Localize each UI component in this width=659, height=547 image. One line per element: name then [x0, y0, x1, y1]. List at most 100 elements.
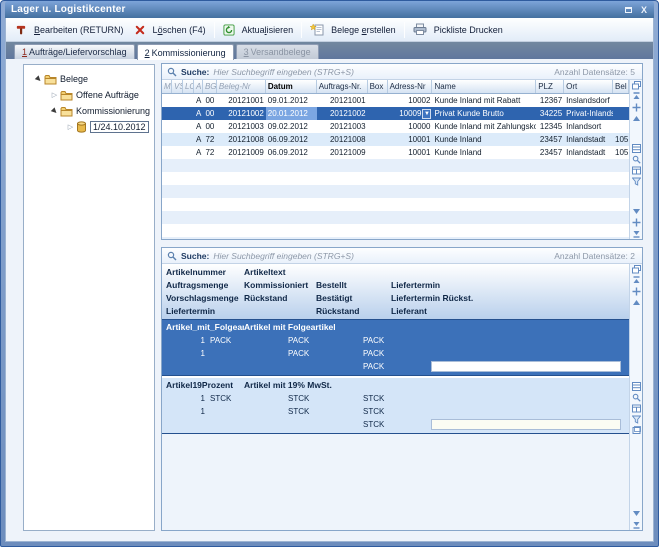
column-header[interactable]: Liefertermin Rückst.	[391, 292, 473, 305]
column-header[interactable]: LO	[183, 80, 194, 93]
window-title: Lager u. Logistikcenter	[11, 4, 619, 15]
delete-x-icon	[134, 24, 146, 36]
column-header[interactable]: Rückstand	[316, 305, 359, 318]
column-header[interactable]: Vorschlagsmenge	[166, 292, 239, 305]
row-down-icon[interactable]	[632, 509, 641, 518]
table-row[interactable]: A 00 20121003 09.02.2012 20121003 10000 …	[162, 120, 629, 133]
search-row-icon[interactable]	[632, 393, 641, 402]
collapse-icon[interactable]: ▶	[34, 75, 43, 83]
dropdown-button[interactable]: ▼	[422, 109, 431, 119]
empty-row	[162, 211, 629, 224]
row-down-icon[interactable]	[632, 207, 641, 216]
lieferant-field[interactable]	[431, 419, 621, 430]
beleg-grid-header: M VS LO A BG Beleg-Nr Datum Auftrags-Nr.…	[162, 80, 629, 94]
tab-auftraege-liefervorschlag[interactable]: 1 Aufträge/Liefervorschlag	[14, 44, 135, 59]
column-header[interactable]: Kommissioniert	[244, 279, 308, 292]
empty-row	[162, 224, 629, 237]
column-header[interactable]: Artikeltext	[244, 266, 286, 279]
tree-item-offene-auftraege[interactable]: ▷ Offene Aufträge	[24, 87, 154, 103]
refresh-icon	[223, 24, 235, 36]
page-up-icon[interactable]	[632, 103, 641, 112]
column-header[interactable]: Liefertermin	[391, 279, 440, 292]
page-down-icon[interactable]	[632, 218, 641, 227]
filter-icon[interactable]	[632, 177, 641, 186]
column-header[interactable]: Auftragsmenge	[166, 279, 228, 292]
print-picklist-button[interactable]: Pickliste Drucken	[408, 21, 508, 38]
card-view-icon[interactable]	[632, 426, 641, 435]
artikel-grid-content: Artikelnummer Artikeltext Auftragsmenge Ko…	[162, 264, 629, 530]
column-header[interactable]: Bestellt	[316, 279, 347, 292]
search-row-icon[interactable]	[632, 155, 641, 164]
empty-row	[162, 198, 629, 211]
expand-icon[interactable]: ▷	[50, 91, 59, 99]
tab-versandbelege: 3 Versandbelege	[236, 44, 319, 59]
search-input[interactable]: Hier Suchbegriff eingeben (STRG+S)	[213, 67, 550, 77]
filter-icon[interactable]	[632, 415, 641, 424]
column-header[interactable]: Auftrags-Nr.	[317, 80, 368, 93]
table-row[interactable]: A 00 20121001 09.01.2012 20121001 10002 …	[162, 94, 629, 107]
scroll-bottom-icon[interactable]	[632, 229, 641, 238]
folder-tree: ▶ Belege ▷ Offene Aufträge ▶	[23, 64, 155, 531]
band-view-icon[interactable]	[632, 404, 641, 413]
tree-item-label-selected: 1/24.10.2012	[90, 121, 149, 133]
grid-view-icon[interactable]	[632, 382, 641, 391]
scroll-bottom-icon[interactable]	[632, 520, 641, 529]
scroll-top-icon[interactable]	[632, 92, 641, 101]
client-area: Bearbeiten (RETURN) Löschen (F4) Aktuali…	[5, 18, 654, 542]
tree-item-kommissionierlauf[interactable]: ▷ 1/24.10.2012	[24, 119, 154, 135]
restore-button[interactable]	[621, 4, 635, 16]
row-up-icon[interactable]	[632, 298, 641, 307]
delete-button[interactable]: Löschen (F4)	[129, 22, 211, 38]
toolbar-separator	[214, 22, 215, 38]
column-header[interactable]: Ort	[564, 80, 613, 93]
scroll-top-icon[interactable]	[632, 276, 641, 285]
restore-icon	[625, 7, 632, 13]
table-row-selected[interactable]: A 00 20121002 20.01.2012 20121002 10009▼…	[162, 107, 629, 120]
column-header[interactable]: BG	[203, 80, 217, 93]
search-input[interactable]: Hier Suchbegriff eingeben (STRG+S)	[213, 251, 550, 261]
empty-row	[162, 159, 629, 172]
customize-columns-icon[interactable]	[632, 81, 641, 90]
row-up-icon[interactable]	[632, 114, 641, 123]
tab-kommissionierung[interactable]: 2 Kommissionierung	[137, 44, 234, 60]
folder-icon	[60, 90, 73, 101]
customize-columns-icon[interactable]	[632, 265, 641, 274]
column-header[interactable]: Liefertermin	[166, 305, 215, 318]
column-header[interactable]: Artikelnummer	[166, 266, 226, 279]
barrel-icon	[76, 121, 87, 133]
column-header[interactable]: Lieferant	[391, 305, 427, 318]
column-header[interactable]: Adress-Nr	[388, 80, 433, 93]
column-header[interactable]: M	[162, 80, 172, 93]
tree-item-kommissionierung[interactable]: ▶ Kommissionierung	[24, 103, 154, 119]
column-header[interactable]: Bestätigt	[316, 292, 352, 305]
edit-button[interactable]: Bearbeiten (RETURN)	[10, 22, 129, 38]
page-up-icon[interactable]	[632, 287, 641, 296]
column-header[interactable]: Box	[368, 80, 388, 93]
expand-icon[interactable]: ▷	[66, 123, 75, 131]
column-header[interactable]: PLZ	[536, 80, 564, 93]
lieferant-field[interactable]	[431, 361, 621, 372]
artikel-record[interactable]: Artikel19ProzentArtikel mit 19% MwSt. 1S…	[162, 378, 629, 434]
folder-icon	[60, 106, 73, 117]
refresh-button[interactable]: Aktualisieren	[218, 22, 299, 38]
collapse-icon[interactable]: ▶	[50, 107, 59, 115]
column-header[interactable]: Rückstand	[244, 292, 287, 305]
toolbar-separator	[404, 22, 405, 38]
close-button[interactable]: X	[637, 4, 651, 16]
focused-cell[interactable]: 20.01.2012	[266, 107, 317, 120]
column-header[interactable]: VS	[172, 80, 183, 93]
table-row[interactable]: A 72 20121008 06.09.2012 20121008 10001 …	[162, 133, 629, 146]
tree-item-belege[interactable]: ▶ Belege	[24, 71, 154, 87]
grid-view-icon[interactable]	[632, 144, 641, 153]
column-header[interactable]: A	[194, 80, 203, 93]
artikel-record-selected[interactable]: Artikel_mit_FolgeartikelArtikel mit Folg…	[162, 320, 629, 376]
table-row[interactable]: A 72 20121009 06.09.2012 20121009 10001 …	[162, 146, 629, 159]
column-header[interactable]: Beleg-Nr	[217, 80, 266, 93]
column-header[interactable]: Bel	[613, 80, 629, 93]
band-view-icon[interactable]	[632, 166, 641, 175]
beleg-grid-searchbar: Suche: Hier Suchbegriff eingeben (STRG+S…	[162, 64, 642, 80]
toolbar: Bearbeiten (RETURN) Löschen (F4) Aktuali…	[6, 18, 653, 42]
create-documents-button[interactable]: Belege erstellen	[305, 21, 401, 38]
column-header[interactable]: Name	[432, 80, 536, 93]
column-header-sorted[interactable]: Datum	[266, 80, 317, 93]
